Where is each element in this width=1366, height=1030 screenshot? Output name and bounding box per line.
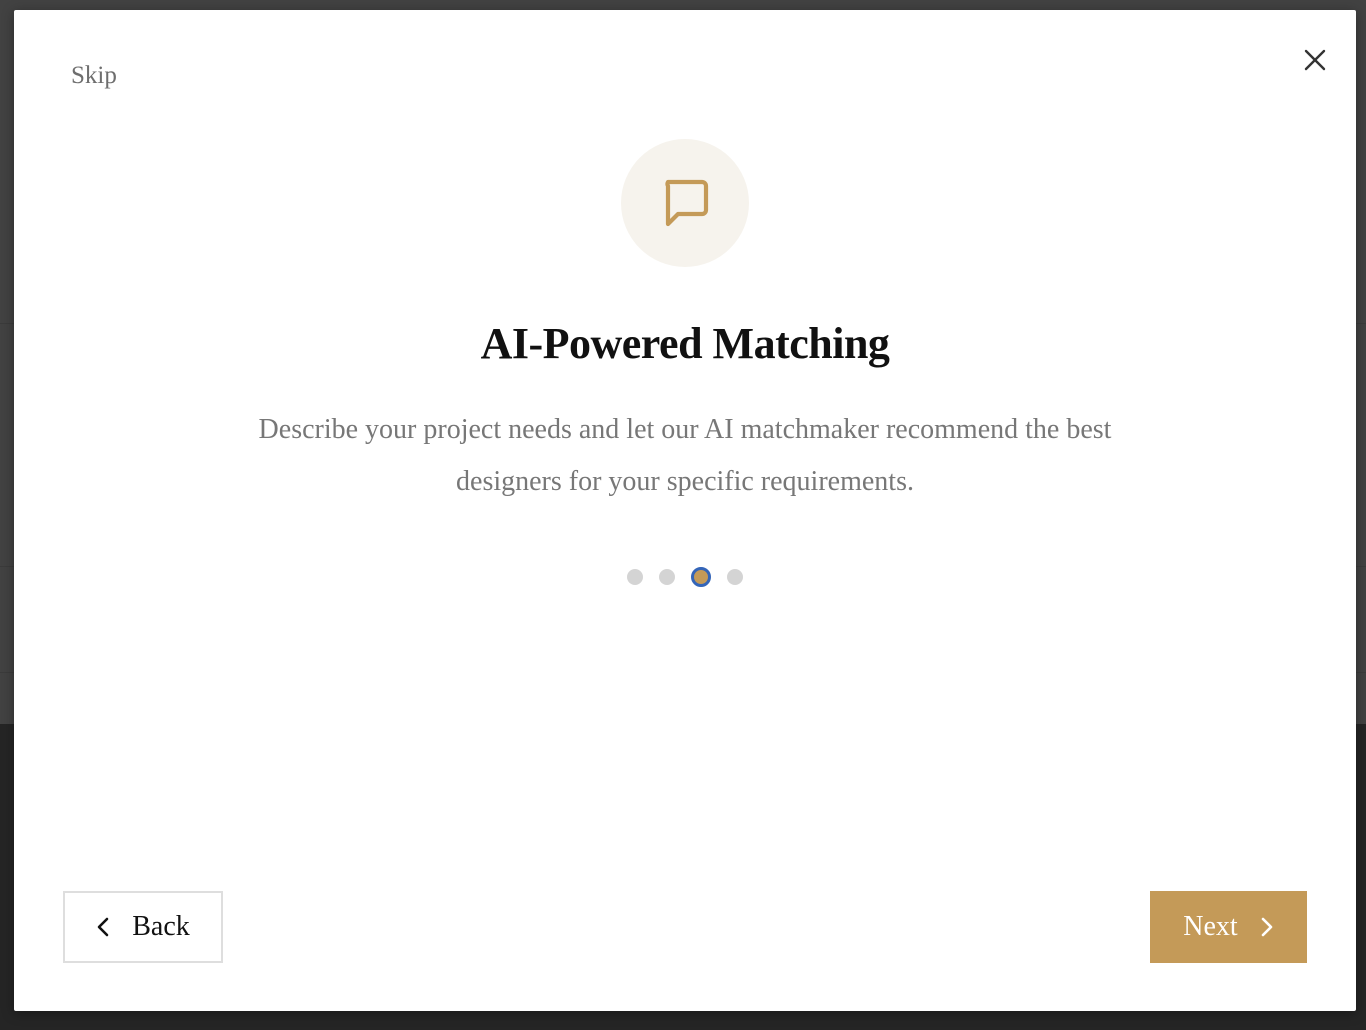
onboarding-modal: Skip AI-Powered Matching Describe your p…: [14, 10, 1356, 1011]
step-pagination: [14, 567, 1356, 587]
next-button-label: Next: [1183, 911, 1238, 942]
back-button[interactable]: Back: [63, 891, 223, 963]
step-dot-4[interactable]: [727, 569, 743, 585]
step-dot-1[interactable]: [627, 569, 643, 585]
close-icon: [1304, 49, 1326, 71]
feature-title: AI-Powered Matching: [480, 319, 890, 368]
chat-bubble-icon: [665, 179, 709, 227]
back-button-label: Back: [132, 911, 190, 942]
feature-description: Describe your project needs and let our …: [258, 414, 1112, 497]
skip-link[interactable]: Skip: [71, 62, 117, 90]
step-dot-3-active[interactable]: [691, 567, 711, 587]
feature-icon-circle: [621, 139, 749, 267]
next-button[interactable]: Next: [1150, 891, 1307, 963]
chevron-left-icon: [96, 916, 110, 938]
close-button[interactable]: [1298, 43, 1332, 77]
step-dot-2[interactable]: [659, 569, 675, 585]
chevron-right-icon: [1260, 916, 1274, 938]
